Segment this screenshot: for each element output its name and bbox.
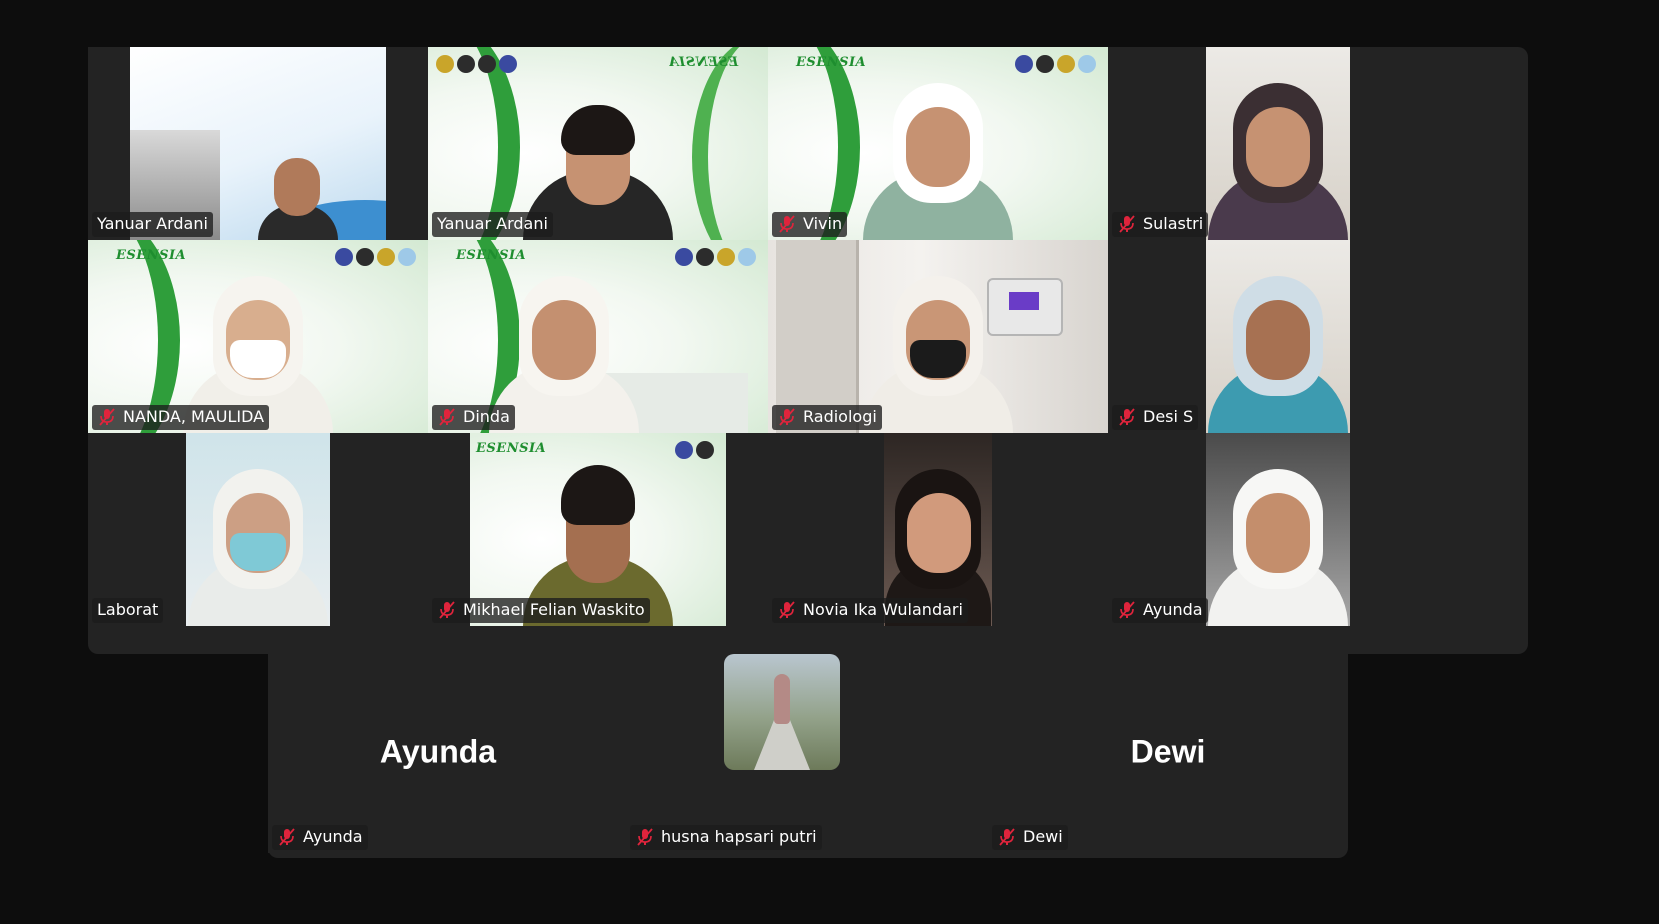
slide-logo: ESENSIA: [796, 55, 867, 70]
participant-name-label: Laborat: [92, 598, 164, 623]
participant-name-label: Yanuar Ardani: [92, 212, 213, 237]
participant-tile-dinda[interactable]: ESENSIA Dinda: [428, 240, 768, 433]
participant-figure: [1208, 461, 1348, 626]
mic-off-icon: [779, 408, 795, 426]
participant-figure: [1208, 268, 1348, 433]
participant-figure: [863, 75, 1013, 240]
participant-name-label: Sulastri: [1112, 212, 1209, 237]
mic-off-icon: [779, 601, 795, 619]
mic-off-icon: [439, 408, 455, 426]
participant-video: [1206, 240, 1350, 433]
participant-tile-nanda-maulida[interactable]: ESENSIA NANDA, MAULIDA: [88, 240, 428, 433]
participant-name-label: Radiologi: [772, 405, 882, 430]
participant-name: Novia Ika Wulandari: [803, 600, 963, 619]
participant-name-label: Vivin: [772, 212, 848, 237]
participant-name: Mikhael Felian Waskito: [463, 600, 645, 619]
partner-logos: [436, 55, 517, 73]
partner-logos: [675, 441, 714, 459]
slide-logo: ESENSIA: [456, 248, 527, 263]
participant-name: husna hapsari putri: [661, 827, 817, 846]
participant-name-label: Mikhael Felian Waskito: [432, 598, 650, 623]
participant-name-label: Dinda: [432, 405, 515, 430]
mic-off-icon: [99, 408, 115, 426]
profile-photo: [724, 654, 840, 770]
mic-off-icon: [999, 828, 1015, 846]
participant-name-label: Novia Ika Wulandari: [772, 598, 968, 623]
participant-name: Sulastri: [1143, 214, 1204, 233]
participant-tile-dewi[interactable]: Dewi Dewi: [988, 654, 1348, 853]
participant-tile-sulastri[interactable]: Sulastri: [1108, 47, 1448, 240]
participant-name-label: Dewi: [992, 825, 1068, 850]
mic-off-icon: [779, 215, 795, 233]
slide-logo: ESENSIA: [116, 248, 187, 263]
participant-name-label: Ayunda: [1112, 598, 1208, 623]
participant-name: Laborat: [97, 600, 159, 619]
participant-tile-radiologi[interactable]: Radiologi: [768, 240, 1108, 433]
participant-name-label: Yanuar Ardani: [432, 212, 553, 237]
participant-figure: [258, 150, 338, 240]
participant-display-name: Ayunda: [379, 733, 497, 770]
participant-figure: [1208, 75, 1348, 240]
participant-name-label: husna hapsari putri: [630, 825, 822, 850]
video-grid: Yanuar Ardani ESENSIA Yanuar Ardani ESEN…: [88, 47, 1528, 654]
slide-arc-decoration: [692, 47, 768, 240]
slide-logo: ESENSIA: [667, 55, 738, 70]
participant-name: Dinda: [463, 407, 510, 426]
mic-off-icon: [1119, 601, 1135, 619]
participant-tile-yanuar-ardani-2[interactable]: ESENSIA Yanuar Ardani: [428, 47, 768, 240]
partner-logos: [1015, 55, 1096, 73]
participant-video: [1206, 47, 1350, 240]
participant-figure: [188, 461, 328, 626]
participant-name: Vivin: [803, 214, 843, 233]
participant-name: Radiologi: [803, 407, 877, 426]
partner-logos: [675, 248, 756, 266]
mic-off-icon: [439, 601, 455, 619]
participant-tile-laborat[interactable]: Laborat: [88, 433, 428, 626]
participant-video: [186, 433, 330, 626]
participant-figure: [863, 268, 1013, 433]
participant-tile-desi-s[interactable]: Desi S: [1108, 240, 1448, 433]
participant-tile-ayunda-video[interactable]: Ayunda: [1108, 433, 1448, 626]
mic-off-icon: [1119, 215, 1135, 233]
participant-display-name: Dewi: [1130, 733, 1206, 770]
mic-off-icon: [637, 828, 653, 846]
participant-name: Desi S: [1143, 407, 1194, 426]
participant-name: Yanuar Ardani: [97, 214, 208, 233]
participant-name-label: Ayunda: [272, 825, 368, 850]
participant-name-label: Desi S: [1112, 405, 1199, 430]
participant-name: NANDA, MAULIDA: [123, 407, 265, 426]
participant-tile-novia-ika-wulandari[interactable]: Novia Ika Wulandari: [768, 433, 1108, 626]
no-video-row: Ayunda Ayunda husna hapsari putri Dewi D…: [268, 654, 1348, 858]
participant-name: Ayunda: [303, 827, 363, 846]
participant-tile-mikhael-felian-waskito[interactable]: ESENSIA Mikhael Felian Waskito: [428, 433, 768, 626]
mic-off-icon: [279, 828, 295, 846]
partner-logos: [335, 248, 416, 266]
participant-name: Yanuar Ardani: [437, 214, 548, 233]
participant-video: [1206, 433, 1350, 626]
participant-tile-ayunda-no-video[interactable]: Ayunda Ayunda: [268, 654, 608, 853]
mic-off-icon: [1119, 408, 1135, 426]
participant-name: Ayunda: [1143, 600, 1203, 619]
slide-logo: ESENSIA: [476, 441, 547, 456]
participant-name: Dewi: [1023, 827, 1063, 846]
participant-tile-yanuar-ardani-1[interactable]: Yanuar Ardani: [88, 47, 428, 240]
participant-name-label: NANDA, MAULIDA: [92, 405, 270, 430]
participant-tile-vivin[interactable]: ESENSIA Vivin: [768, 47, 1108, 240]
